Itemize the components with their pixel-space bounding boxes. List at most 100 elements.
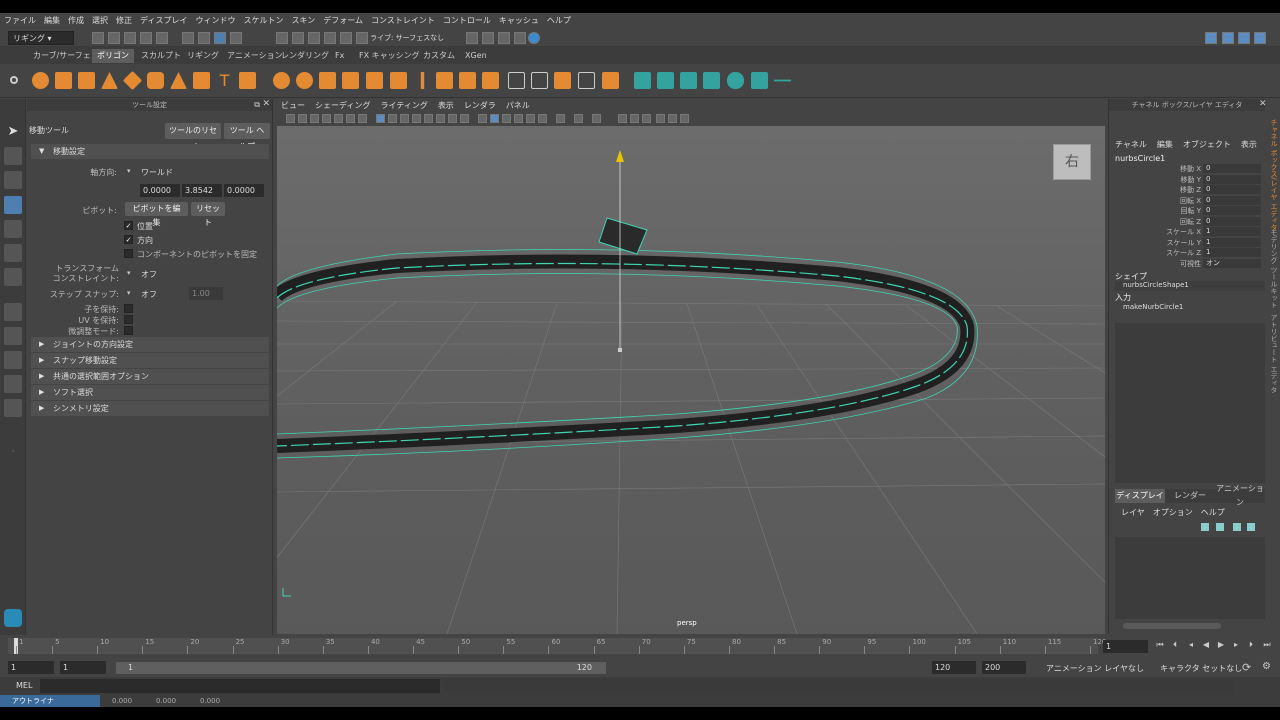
shelf-menu-icon[interactable] <box>10 76 18 84</box>
layer-move-down-icon[interactable] <box>1216 523 1224 531</box>
move-z-field[interactable]: 0.0000 <box>224 184 264 197</box>
render-icon[interactable] <box>482 32 494 44</box>
exposure-icon[interactable] <box>538 114 547 123</box>
playback-end-field[interactable]: 120 <box>932 661 976 674</box>
attr-value[interactable]: 0 <box>1203 195 1261 205</box>
new-scene-icon[interactable] <box>92 32 104 44</box>
tool-help-button[interactable]: ツール ヘルプ <box>224 123 270 151</box>
four-view-icon[interactable] <box>4 327 22 345</box>
poly-pyramid-icon[interactable] <box>170 72 187 89</box>
snap-point-icon[interactable] <box>308 32 320 44</box>
wire-on-shaded-icon[interactable] <box>400 114 409 123</box>
paint-select-icon[interactable] <box>4 171 22 189</box>
menu-item-2[interactable]: 作成 <box>64 13 88 29</box>
gate-mask-icon[interactable] <box>668 114 677 123</box>
undo-icon[interactable] <box>140 32 152 44</box>
poly-pipe-icon[interactable] <box>193 72 210 89</box>
shape-node[interactable]: nurbsCircleShape1 <box>1115 281 1265 291</box>
time-slider[interactable]: 1 5 10 15 20 25 30 35 40 45 50 55 60 65 70 75 80 85 90 95 10… <box>0 635 1280 657</box>
snap-surface-icon[interactable] <box>340 32 352 44</box>
channel-menu-1[interactable]: 編集 <box>1157 139 1173 150</box>
menu-item-4[interactable]: 修正 <box>112 13 136 29</box>
multi-cut-icon[interactable] <box>508 72 525 89</box>
end-time-field[interactable]: 200 <box>982 661 1026 674</box>
attr-value[interactable]: 0 <box>1203 164 1261 173</box>
attr-value[interactable]: 1 <box>1203 248 1261 257</box>
component-pivot-checkbox[interactable] <box>124 249 133 258</box>
scale-tool-icon[interactable] <box>4 244 22 262</box>
layer-menu-2[interactable]: ヘルプ <box>1201 507 1225 518</box>
snap-grid-icon[interactable] <box>276 32 288 44</box>
resolution-gate-icon[interactable] <box>592 114 601 123</box>
float-panel-icon[interactable]: ⧉ <box>254 100 260 110</box>
xray-icon[interactable] <box>490 114 499 123</box>
menu-item-1[interactable]: 編集 <box>40 13 64 29</box>
shelf-tab-9[interactable]: XGen <box>460 49 492 63</box>
attr-row[interactable]: 移動 Y0 <box>1109 174 1263 185</box>
layer-move-up-icon[interactable] <box>1201 523 1209 531</box>
grease-pencil-icon[interactable] <box>346 114 355 123</box>
viewport-menu-2[interactable]: ライティング <box>375 99 432 113</box>
poly-cube-icon[interactable] <box>55 72 72 89</box>
persp-graph-icon[interactable] <box>4 375 22 393</box>
menu-item-0[interactable]: ファイル <box>0 13 40 29</box>
new-layer-selected-icon[interactable] <box>1247 523 1255 531</box>
grid-toggle-icon[interactable] <box>358 114 367 123</box>
shelf-tab-3[interactable]: リギング <box>182 49 224 63</box>
layout-icon-2[interactable] <box>1238 32 1250 44</box>
menu-item-9[interactable]: デフォーム <box>319 13 367 29</box>
menu-item-8[interactable]: スキン <box>287 13 319 29</box>
move-tool-icon[interactable] <box>4 196 22 214</box>
ipr-render-icon[interactable] <box>498 32 510 44</box>
svg-icon[interactable] <box>239 72 256 89</box>
menu-item-6[interactable]: ウィンドウ <box>191 13 239 29</box>
side-tab-channel-box[interactable]: チャネル ボックス/レイヤ エディタ <box>1267 119 1279 231</box>
move-x-field[interactable]: 0.0000 <box>140 184 180 197</box>
side-by-side-icon[interactable] <box>4 351 22 369</box>
attr-value[interactable]: 0 <box>1203 216 1261 226</box>
offset-loop-icon[interactable] <box>554 72 571 89</box>
xray-joints-icon[interactable] <box>502 114 511 123</box>
channel-menu-0[interactable]: チャネル <box>1115 139 1147 150</box>
reset-tool-button[interactable]: ツールのリセット <box>165 123 221 151</box>
2d-pan-icon[interactable] <box>334 114 343 123</box>
last-tool-icon[interactable] <box>4 268 22 286</box>
perspective-viewport[interactable]: 右 persp <box>277 126 1105 634</box>
playback-start-field[interactable]: 1 <box>60 661 106 674</box>
select-camera-icon[interactable] <box>286 114 295 123</box>
snap-view-icon[interactable] <box>324 32 336 44</box>
menu-item-10[interactable]: コンストレイント <box>367 13 439 29</box>
gamma-icon[interactable] <box>526 114 535 123</box>
shelf-tab-6[interactable]: Fx <box>330 49 349 63</box>
cylindrical-map-icon[interactable] <box>657 72 674 89</box>
preserve-children-checkbox[interactable] <box>124 304 133 313</box>
separate-icon[interactable] <box>296 72 313 89</box>
use-lights-icon[interactable] <box>424 114 433 123</box>
section-collapsed-2[interactable]: ▶ 共通の選択範囲オプション <box>31 369 269 384</box>
attr-row[interactable]: 回転 Z0 <box>1109 216 1263 227</box>
aa-icon[interactable] <box>556 114 565 123</box>
viewport-menu-3[interactable]: 表示 <box>433 99 459 113</box>
attr-value[interactable]: 0 <box>1203 185 1261 194</box>
tweak-mode-checkbox[interactable] <box>124 326 133 335</box>
step-snap-field[interactable]: 1.00 <box>189 287 223 300</box>
step-forward-frame-icon[interactable]: ▸ <box>1231 640 1241 650</box>
attr-value[interactable]: オン <box>1203 258 1261 268</box>
live-surface-icon[interactable] <box>356 32 368 44</box>
select-mask-icon[interactable] <box>230 32 242 44</box>
image-plane-icon[interactable] <box>322 114 331 123</box>
shelf-tab-8[interactable]: カスタム <box>418 49 460 63</box>
poly-cylinder-icon[interactable] <box>78 72 95 89</box>
layer-menu-1[interactable]: オプション <box>1153 507 1193 518</box>
layer-tab-1[interactable]: レンダー <box>1165 489 1215 503</box>
safe-action-icon[interactable] <box>642 114 651 123</box>
shadows-icon[interactable] <box>436 114 445 123</box>
new-layer-icon[interactable] <box>1233 523 1241 531</box>
menu-item-5[interactable]: ディスプレイ <box>136 13 191 29</box>
axis-orient-dropdown[interactable]: ワールド <box>141 167 173 178</box>
anim-prefs-icon[interactable]: ⟳ <box>1242 661 1251 674</box>
section-move-settings[interactable]: ▼ 移動設定 <box>31 144 269 159</box>
attr-value[interactable]: 1 <box>1203 227 1261 236</box>
attr-row[interactable]: 回転 Y0 <box>1109 206 1263 216</box>
current-frame-field[interactable]: 1 <box>1103 640 1148 653</box>
